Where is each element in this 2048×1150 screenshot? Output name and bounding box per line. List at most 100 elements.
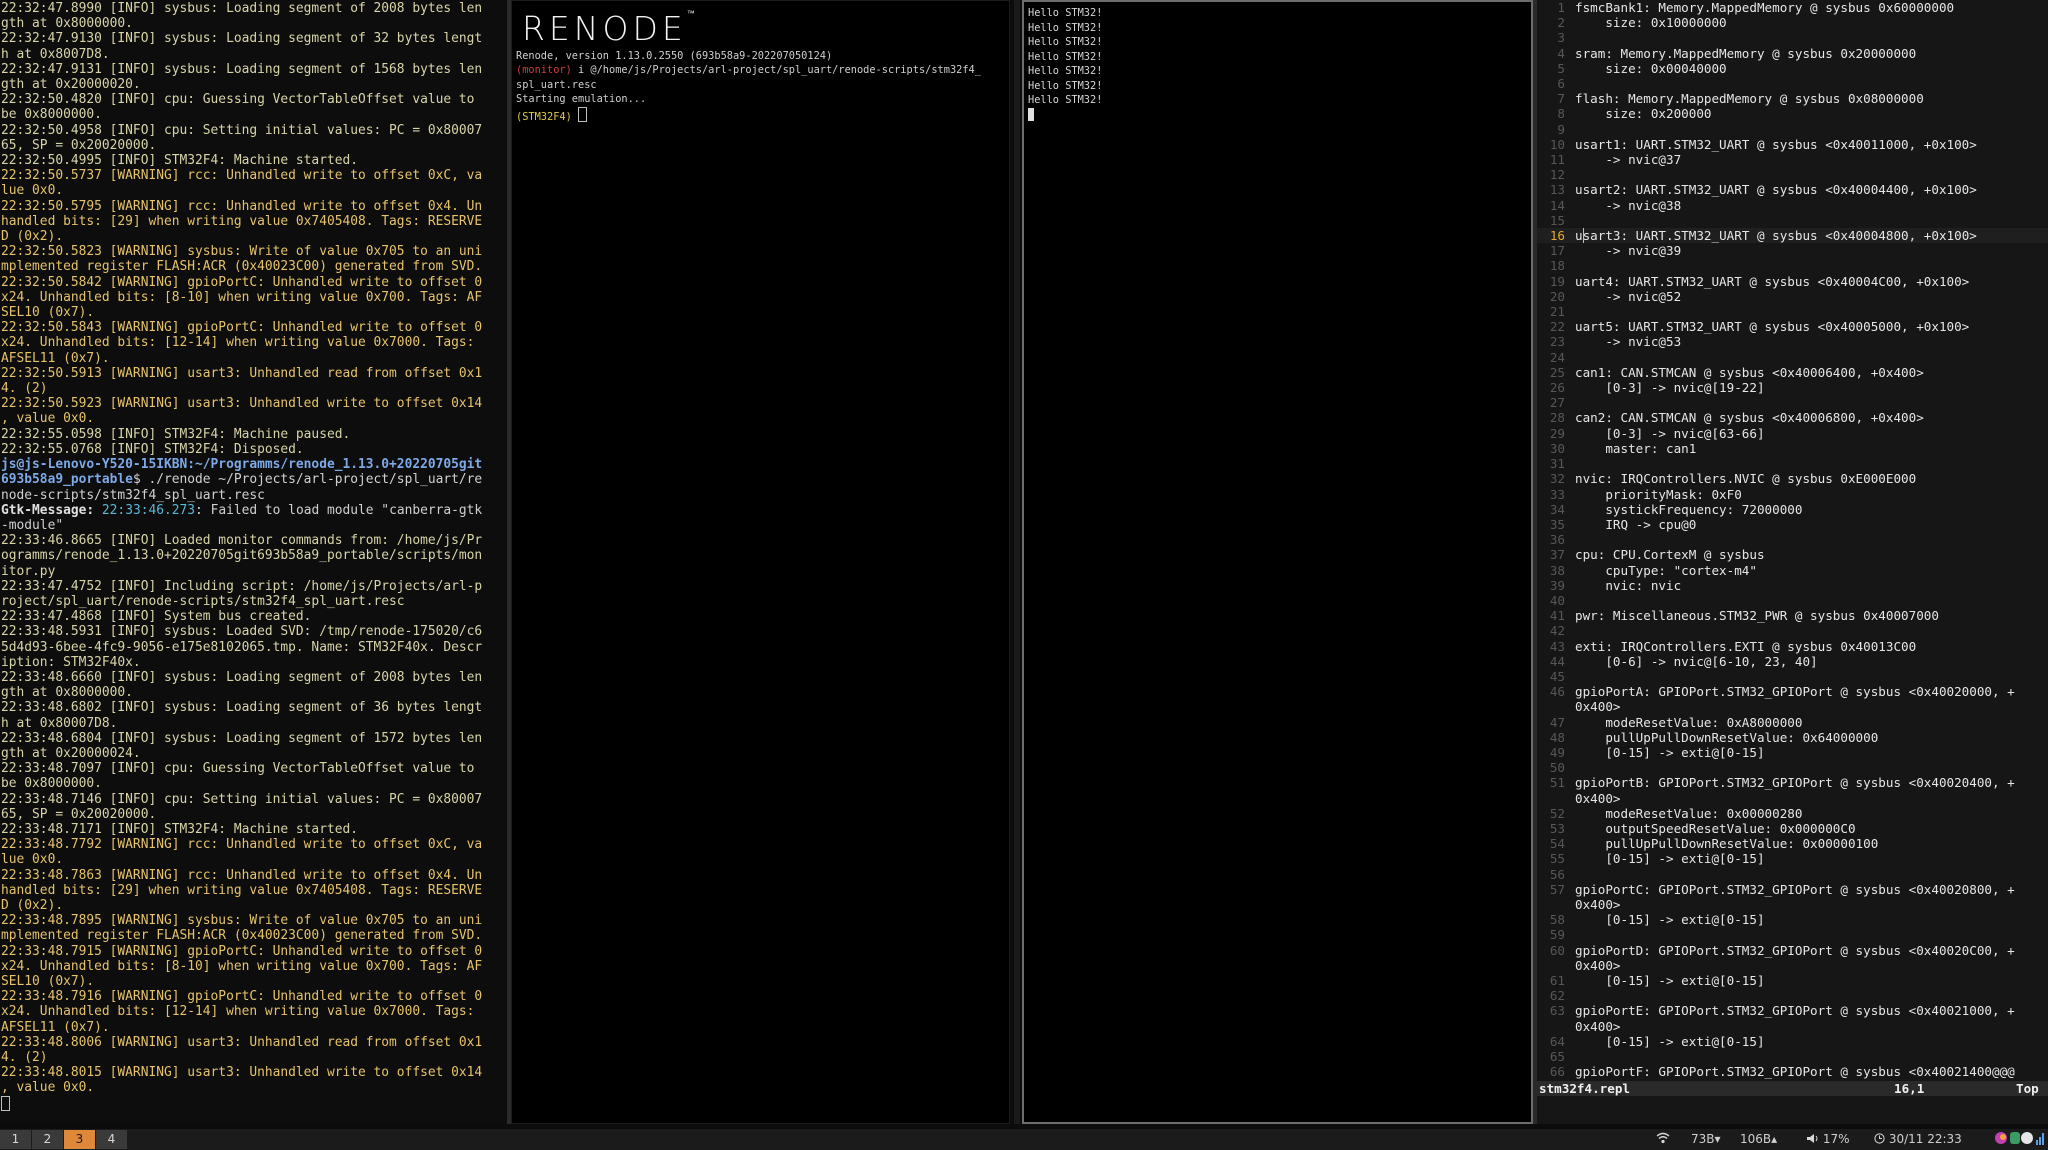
line-text: modeResetValue: 0xA8000000 [1575,714,1803,730]
log-line: 22:33:48.7915 [WARNING] gpioPortC: Unhan… [1,943,483,959]
editor-buffer[interactable]: 1 fsmcBank1: Memory.MappedMemory @ sysbus… [1537,0,2048,1079]
editor-line[interactable]: 3 [1537,30,2048,45]
editor-line[interactable]: 20 -> nvic@52 [1537,289,2048,304]
editor-line[interactable]: 16 usart3: UART.STM32_UART @ sysbus <0x40… [1537,228,2048,244]
editor-line[interactable]: 33 priorityMask: 0xF0 [1537,487,2048,502]
taskbar: 1234 73B▾ 106B▴ 17% 30/11 22:33 [0,1129,2048,1150]
editor-line[interactable]: 40 [1537,593,2048,608]
log-terminal[interactable]: 22:32:47.8990 [INFO] sysbus: Loading seg… [0,0,507,1124]
tray-app-icons[interactable] [1995,1129,2045,1150]
editor-line[interactable]: 37 cpu: CPU.CortexM @ sysbus [1537,547,2048,562]
editor-line[interactable]: 38 cpuType: "cortex-m4" [1537,563,2048,578]
editor-line[interactable]: 27 [1537,395,2048,410]
editor-line[interactable]: 11 -> nvic@37 [1537,152,2048,167]
workspace-button-4[interactable]: 4 [96,1130,127,1149]
editor-line[interactable]: 65 [1537,1049,2048,1064]
editor-line[interactable]: 0x400> [1537,897,2048,912]
editor-line[interactable]: 54 pullUpPullDownResetValue: 0x00000100 [1537,836,2048,851]
workspace-button-3[interactable]: 3 [64,1130,95,1149]
editor-line[interactable]: 5 size: 0x00040000 [1537,61,2048,76]
editor-line[interactable]: 36 [1537,532,2048,547]
editor-line[interactable]: 26 [0-3] -> nvic@[19-22] [1537,380,2048,395]
pane-divider[interactable] [1014,0,1020,1124]
monitor-prompt-line[interactable]: (STM32F4) [516,106,981,124]
editor-line[interactable]: 56 [1537,867,2048,882]
editor-line[interactable]: 21 [1537,304,2048,319]
editor-line[interactable]: 66 gpioPortF: GPIOPort.STM32_GPIOPort @ s… [1537,1064,2048,1079]
line-number: 5 [1557,60,1565,76]
editor-line[interactable]: 12 [1537,167,2048,182]
editor-line[interactable]: 42 [1537,623,2048,638]
editor-line[interactable]: 28 can2: CAN.STMCAN @ sysbus <0x40006800,… [1537,410,2048,425]
workspace-button-2[interactable]: 2 [32,1130,63,1149]
editor-line[interactable]: 1 fsmcBank1: Memory.MappedMemory @ sysbus… [1537,0,2048,15]
editor-line[interactable]: 50 [1537,760,2048,775]
line-number: 61 [1549,973,1565,988]
editor-line[interactable]: 44 [0-6] -> nvic@[6-10, 23, 40] [1537,654,2048,669]
editor-line[interactable]: 6 [1537,76,2048,91]
editor-line[interactable]: 7 flash: Memory.MappedMemory @ sysbus 0x0… [1537,91,2048,106]
editor-line[interactable]: 24 [1537,350,2048,365]
editor-line[interactable]: 43 exti: IRQControllers.EXTI @ sysbus 0x4… [1537,639,2048,654]
editor-line[interactable]: 62 [1537,988,2048,1003]
editor-line[interactable]: 4 sram: Memory.MappedMemory @ sysbus 0x20… [1537,46,2048,61]
log-line: x24. Unhandled bits: [8-10] when writing… [1,958,483,974]
editor-line[interactable]: 46 gpioPortA: GPIOPort.STM32_GPIOPort @ s… [1537,684,2048,699]
editor-line[interactable]: 13 usart2: UART.STM32_UART @ sysbus <0x40… [1537,182,2048,197]
editor-line[interactable]: 15 [1537,213,2048,228]
editor-line[interactable]: 52 modeResetValue: 0x00000280 [1537,806,2048,821]
editor-line[interactable]: 30 master: can1 [1537,441,2048,456]
editor-line[interactable]: 64 [0-15] -> exti@[0-15] [1537,1034,2048,1049]
editor-line[interactable]: 19 uart4: UART.STM32_UART @ sysbus <0x400… [1537,274,2048,289]
shell-input-line[interactable] [1,1095,507,1113]
editor-line[interactable]: 57 gpioPortC: GPIOPort.STM32_GPIOPort @ s… [1537,882,2048,897]
renode-monitor-window[interactable]: RENODE™ Renode, version 1.13.0.2550 (693… [511,0,1010,1124]
volume-indicator[interactable]: 17% [1806,1129,1850,1150]
editor-line[interactable]: 31 [1537,456,2048,471]
uart-analyzer-window[interactable]: Hello STM32! Hello STM32! Hello STM32! Hell… [1022,0,1533,1124]
editor-line[interactable]: 8 size: 0x200000 [1537,106,2048,121]
editor-line[interactable]: 18 [1537,258,2048,273]
editor-line[interactable]: 59 [1537,927,2048,942]
editor-line[interactable]: 55 [0-15] -> exti@[0-15] [1537,851,2048,866]
editor-line[interactable]: 58 [0-15] -> exti@[0-15] [1537,912,2048,927]
editor-line[interactable]: 45 [1537,669,2048,684]
editor-line[interactable]: 23 -> nvic@53 [1537,334,2048,349]
editor-line[interactable]: 2 size: 0x10000000 [1537,15,2048,30]
editor-line[interactable]: 32 nvic: IRQControllers.NVIC @ sysbus 0xE… [1537,471,2048,486]
editor-line[interactable]: 17 -> nvic@39 [1537,243,2048,258]
log-line: , value 0x0. [1,1080,95,1096]
editor-line[interactable]: 25 can1: CAN.STMCAN @ sysbus <0x40006400,… [1537,365,2048,380]
workspace-button-1[interactable]: 1 [0,1130,31,1149]
uart-line: Hello STM32! [1028,50,1103,63]
editor-line[interactable]: 63 gpioPortE: GPIOPort.STM32_GPIOPort @ s… [1537,1003,2048,1018]
editor-line[interactable]: 34 systickFrequency: 72000000 [1537,502,2048,517]
editor-line[interactable]: 49 [0-15] -> exti@[0-15] [1537,745,2048,760]
editor-line[interactable]: 0x400> [1537,699,2048,714]
editor-line[interactable]: 9 [1537,122,2048,137]
editor-line[interactable]: 10 usart1: UART.STM32_UART @ sysbus <0x40… [1537,137,2048,152]
clock[interactable]: 30/11 22:33 [1874,1129,1962,1150]
editor-line[interactable]: 35 IRQ -> cpu@0 [1537,517,2048,532]
vim-editor[interactable]: 1 fsmcBank1: Memory.MappedMemory @ sysbus… [1537,0,2048,1124]
editor-line[interactable]: 61 [0-15] -> exti@[0-15] [1537,973,2048,988]
uart-input-line[interactable] [1028,107,1102,126]
editor-line[interactable]: 29 [0-3] -> nvic@[63-66] [1537,426,2048,441]
log-line: 22:33:48.7792 [WARNING] rcc: Unhandled w… [1,837,483,853]
editor-line[interactable]: 53 outputSpeedResetValue: 0x000000C0 [1537,821,2048,836]
line-text [1575,927,2048,942]
editor-line[interactable]: 47 modeResetValue: 0xA8000000 [1537,715,2048,730]
editor-line[interactable]: 60 gpioPortD: GPIOPort.STM32_GPIOPort @ s… [1537,943,2048,958]
editor-line[interactable]: 39 nvic: nvic [1537,578,2048,593]
editor-line[interactable]: 0x400> [1537,791,2048,806]
editor-line[interactable]: 51 gpioPortB: GPIOPort.STM32_GPIOPort @ s… [1537,775,2048,790]
line-text: -> nvic@39 [1575,243,1682,259]
editor-line[interactable]: 41 pwr: Miscellaneous.STM32_PWR @ sysbus … [1537,608,2048,623]
line-number: 58 [1549,912,1565,928]
editor-line[interactable]: 14 -> nvic@38 [1537,198,2048,213]
editor-line[interactable]: 22 uart5: UART.STM32_UART @ sysbus <0x400… [1537,319,2048,334]
editor-line[interactable]: 0x400> [1537,958,2048,973]
editor-line[interactable]: 48 pullUpPullDownResetValue: 0x64000000 [1537,730,2048,745]
editor-line[interactable]: 0x400> [1537,1019,2048,1034]
wifi-icon[interactable] [1656,1129,1670,1150]
